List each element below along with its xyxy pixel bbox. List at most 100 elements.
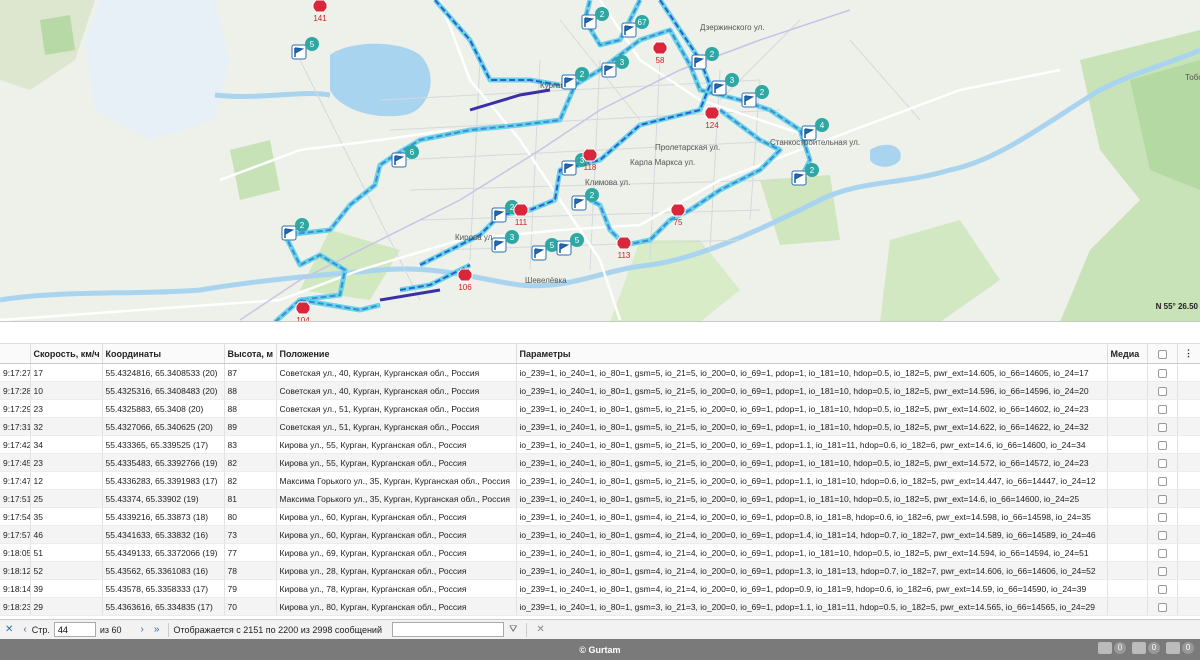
media-status[interactable]: 0 bbox=[1166, 642, 1194, 654]
select-all-checkbox[interactable] bbox=[1147, 343, 1178, 364]
table-row[interactable]: 9:17:29 23 55.4325883, 65.3408 (20) 88 Совет… bbox=[0, 399, 1200, 418]
filter-icon[interactable]: ⛛ bbox=[509, 624, 517, 635]
table-row[interactable]: 9:17:45 23 55.4335483, 65.3392766 (19) 82 Ки… bbox=[0, 453, 1200, 472]
table-row[interactable]: 9:17:28 10 55.4325316, 65.3408483 (20) 88 Со… bbox=[0, 381, 1200, 400]
col-altitude[interactable]: Высота, м bbox=[224, 343, 277, 364]
flag-icon bbox=[561, 160, 577, 176]
col-parameters[interactable]: Параметры bbox=[516, 343, 1108, 364]
table-row[interactable]: 9:18:05 51 55.4349133, 65.3372066 (19) 77 Ки… bbox=[0, 543, 1200, 562]
notifications-icon bbox=[1098, 642, 1112, 654]
events-status[interactable]: 0 bbox=[1132, 642, 1160, 654]
cell-speed: 52 bbox=[30, 561, 103, 580]
cell-media bbox=[1107, 471, 1148, 490]
stop-icon bbox=[582, 148, 598, 162]
row-checkbox[interactable] bbox=[1147, 507, 1178, 526]
cluster-count: 2 bbox=[760, 88, 765, 97]
stop-label: 141 bbox=[313, 14, 327, 23]
track-map[interactable]: Курган Шевелёвка Дзержинского ул. Тобол Прол… bbox=[0, 0, 1200, 322]
table-row[interactable]: 9:17:31 32 55.4327066, 65.340625 (20) 89 Сов… bbox=[0, 417, 1200, 436]
flag-icon bbox=[571, 195, 587, 211]
cell-pos: Кирова ул., 60, Курган, Курганская обл.,… bbox=[276, 507, 517, 526]
table-row[interactable]: 9:17:54 35 55.4339216, 65.33873 (18) 80 Киро… bbox=[0, 507, 1200, 526]
column-menu-icon[interactable]: ⋮ bbox=[1177, 343, 1200, 364]
cell-time: 9:18:05 bbox=[0, 543, 31, 562]
row-checkbox[interactable] bbox=[1147, 363, 1178, 382]
flag-icon bbox=[561, 74, 577, 90]
cell-pos: Кирова ул., 55, Курган, Курганская обл.,… bbox=[276, 453, 517, 472]
notifications-status[interactable]: 0 bbox=[1098, 642, 1126, 654]
cell-params: io_239=1, io_240=1, io_80=1, gsm=4, io_2… bbox=[516, 507, 1108, 526]
cell-params: io_239=1, io_240=1, io_80=1, gsm=5, io_2… bbox=[516, 417, 1108, 436]
row-checkbox[interactable] bbox=[1147, 399, 1178, 418]
stop-label: 75 bbox=[674, 218, 683, 227]
cluster-count: 3 bbox=[510, 233, 515, 242]
cluster-count: 2 bbox=[600, 10, 605, 19]
first-page-icon[interactable]: ✕ bbox=[5, 624, 13, 635]
coordinate-readout: N 55° 26.50 bbox=[1155, 302, 1198, 311]
row-checkbox[interactable] bbox=[1147, 561, 1178, 580]
track-direction bbox=[434, 0, 561, 86]
cell-speed: 46 bbox=[30, 525, 103, 544]
cell-time: 9:17:57 bbox=[0, 525, 31, 544]
cell-coords: 55.4341633, 65.33832 (16) bbox=[102, 525, 225, 544]
row-checkbox[interactable] bbox=[1147, 579, 1178, 598]
row-checkbox[interactable] bbox=[1147, 597, 1178, 616]
last-page-icon[interactable]: » bbox=[154, 624, 160, 635]
cell-coords: 55.4339216, 65.33873 (18) bbox=[102, 507, 225, 526]
row-checkbox[interactable] bbox=[1147, 471, 1178, 490]
col-time[interactable] bbox=[0, 343, 31, 364]
page-total: из 60 bbox=[99, 624, 122, 635]
flag-icon bbox=[491, 207, 507, 223]
stop-icon bbox=[457, 268, 473, 282]
cell-pos: Советская ул., 40, Курган, Курганская об… bbox=[276, 381, 517, 400]
table-row[interactable]: 9:17:27 17 55.4324816, 65.3408533 (20) 87 Со… bbox=[0, 363, 1200, 382]
row-checkbox[interactable] bbox=[1147, 525, 1178, 544]
cell-coords: 55.4349133, 65.3372066 (19) bbox=[102, 543, 225, 562]
cell-media bbox=[1107, 489, 1148, 508]
cell-params: io_239=1, io_240=1, io_80=1, gsm=4, io_2… bbox=[516, 579, 1108, 598]
col-speed[interactable]: Скорость, км/ч bbox=[30, 343, 103, 364]
page-input[interactable] bbox=[53, 622, 96, 637]
table-row[interactable]: 9:17:47 12 55.4336283, 65.3391983 (17) 82 Ма… bbox=[0, 471, 1200, 490]
table-row[interactable]: 9:17:57 46 55.4341633, 65.33832 (16) 73 Киро… bbox=[0, 525, 1200, 544]
cell-params: io_239=1, io_240=1, io_80=1, gsm=4, io_2… bbox=[516, 561, 1108, 580]
messages-table-area: Скорость, км/ч Координаты Высота, м Поло… bbox=[0, 343, 1200, 619]
cell-pos: Советская ул., 51, Курган, Курганская об… bbox=[276, 399, 517, 418]
row-checkbox[interactable] bbox=[1147, 543, 1178, 562]
flag-icon bbox=[581, 14, 597, 30]
row-checkbox[interactable] bbox=[1147, 417, 1178, 436]
col-media[interactable]: Медиа bbox=[1107, 343, 1148, 364]
cell-coords: 55.433365, 65.339525 (17) bbox=[102, 435, 225, 454]
status-footer: © Gurtam 0 0 0 bbox=[0, 639, 1200, 660]
row-checkbox[interactable] bbox=[1147, 489, 1178, 508]
next-page-icon[interactable]: › bbox=[141, 624, 144, 635]
prev-page-icon[interactable]: ‹ bbox=[23, 624, 26, 635]
stop-label: 118 bbox=[584, 163, 597, 172]
map-place-label: Пролетарская ул. bbox=[655, 143, 720, 152]
map-place-label: Курган bbox=[540, 81, 565, 90]
table-row[interactable]: 9:18:12 52 55.43562, 65.3361083 (16) 78 Киро… bbox=[0, 561, 1200, 580]
col-position[interactable]: Положение bbox=[276, 343, 517, 364]
table-row[interactable]: 9:18:14 39 55.43578, 65.3358333 (17) 79 Киро… bbox=[0, 579, 1200, 598]
clear-filter-icon[interactable]: ✕ bbox=[536, 624, 544, 635]
cell-speed: 17 bbox=[30, 363, 103, 382]
cell-alt: 83 bbox=[224, 435, 277, 454]
row-checkbox[interactable] bbox=[1147, 435, 1178, 454]
cell-speed: 10 bbox=[30, 381, 103, 400]
flag-icon bbox=[791, 170, 807, 186]
cell-alt: 73 bbox=[224, 525, 277, 544]
table-row[interactable]: 9:17:51 25 55.43374, 65.33902 (19) 81 Максим… bbox=[0, 489, 1200, 508]
flag-icon bbox=[691, 54, 707, 70]
cell-params: io_239=1, io_240=1, io_80=1, gsm=5, io_2… bbox=[516, 381, 1108, 400]
row-checkbox[interactable] bbox=[1147, 453, 1178, 472]
cell-alt: 81 bbox=[224, 489, 277, 508]
table-row[interactable]: 9:18:23 29 55.4363616, 65.334835 (17) 70 Кир… bbox=[0, 597, 1200, 616]
messages-info: Отображается с 2151 по 2200 из 2998 сооб… bbox=[173, 624, 382, 635]
table-row[interactable]: 9:17:42 34 55.433365, 65.339525 (17) 83 Киро… bbox=[0, 435, 1200, 454]
row-checkbox[interactable] bbox=[1147, 381, 1178, 400]
col-coordinates[interactable]: Координаты bbox=[102, 343, 225, 364]
cell-time: 9:17:47 bbox=[0, 471, 31, 490]
cell-alt: 80 bbox=[224, 507, 277, 526]
filter-input[interactable] bbox=[391, 622, 504, 637]
cell-alt: 89 bbox=[224, 417, 277, 436]
